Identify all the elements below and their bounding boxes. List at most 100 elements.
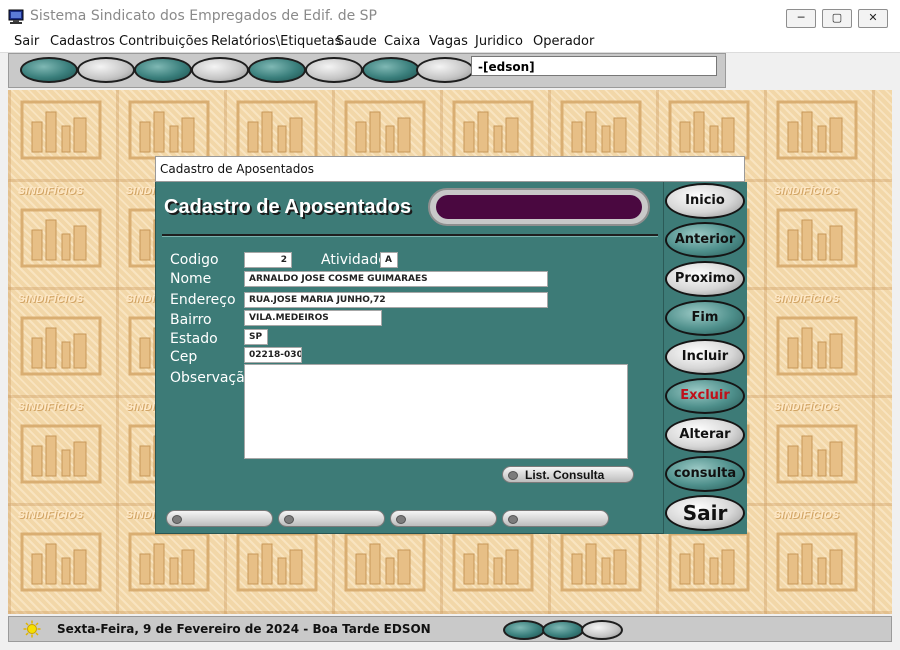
codigo-label: Codigo	[170, 252, 219, 268]
estado-label: Estado	[170, 331, 218, 347]
minimize-button[interactable]: ─	[786, 9, 816, 28]
endereco-field[interactable]: RUA.JOSE MARIA JUNHO,72	[244, 292, 548, 308]
heading-divider	[162, 234, 658, 236]
toolbar: -[edson]	[8, 53, 726, 88]
status-greeting: Sexta-Feira, 9 de Fevereiro de 2024 - Bo…	[57, 622, 431, 636]
building-emblem-icon	[344, 532, 426, 592]
sair-button[interactable]: Sair	[665, 495, 745, 531]
building-emblem-icon	[776, 208, 858, 268]
list-consulta-button[interactable]: List. Consulta	[502, 466, 634, 483]
bottom-button-1[interactable]	[166, 510, 273, 527]
menu-cadastros[interactable]: Cadastros	[50, 34, 115, 49]
atividade-label: Atividade	[321, 252, 387, 268]
background-emblem-tile: SINDIFÍCIOS	[772, 310, 862, 413]
list-consulta-label: List. Consulta	[525, 468, 605, 482]
menu-vagas[interactable]: Vagas	[429, 34, 468, 49]
sun-icon	[23, 620, 41, 638]
form-heading: Cadastro de Aposentados	[164, 196, 412, 218]
toolbar-oval-button[interactable]	[305, 57, 363, 83]
bottom-button-4[interactable]	[502, 510, 609, 527]
building-emblem-icon	[20, 424, 102, 484]
toolbar-oval-button[interactable]	[77, 57, 135, 83]
menu-relatorios-etiquetas[interactable]: Relatórios\Etiquetas	[211, 34, 341, 49]
menu-operador[interactable]: Operador	[533, 34, 594, 49]
excluir-button[interactable]: Excluir	[665, 378, 745, 414]
proximo-button[interactable]: Proximo	[665, 261, 745, 297]
bottom-button-2[interactable]	[278, 510, 385, 527]
background-tile-text: SINDIFÍCIOS	[18, 510, 84, 521]
background-emblem-tile: SINDIFÍCIOS	[772, 418, 862, 521]
background-emblem-tile: SINDIFÍCIOS	[448, 526, 538, 614]
window-title: Sistema Sindicato dos Empregados de Edif…	[30, 8, 377, 24]
background-emblem-tile: SINDIFÍCIOS	[16, 310, 106, 413]
building-emblem-icon	[20, 208, 102, 268]
bairro-field[interactable]: VILA.MEDEIROS	[244, 310, 382, 326]
menu-sair[interactable]: Sair	[14, 34, 39, 49]
background-tile-text: SINDIFÍCIOS	[18, 294, 84, 305]
toolbar-oval-button[interactable]	[416, 57, 474, 83]
toolbar-oval-button[interactable]	[20, 57, 78, 83]
estado-field[interactable]: SP	[244, 329, 268, 345]
background-emblem-tile: SINDIFÍCIOS	[556, 526, 646, 614]
fim-button[interactable]: Fim	[665, 300, 745, 336]
alterar-button[interactable]: Alterar	[665, 417, 745, 453]
background-emblem-tile: SINDIFÍCIOS	[664, 526, 754, 614]
background-emblem-tile: SINDIFÍCIOS	[772, 526, 862, 614]
toolbar-oval-button[interactable]	[134, 57, 192, 83]
inicio-button[interactable]: Inicio	[665, 183, 745, 219]
nome-field[interactable]: ARNALDO JOSE COSME GUIMARAES	[244, 271, 548, 287]
building-emblem-icon	[668, 532, 750, 592]
bottom-button-3[interactable]	[390, 510, 497, 527]
background-emblem-tile: SINDIFÍCIOS	[340, 526, 430, 614]
toolbar-oval-button[interactable]	[191, 57, 249, 83]
background-emblem-tile: SINDIFÍCIOS	[16, 202, 106, 305]
codigo-field[interactable]: 2	[244, 252, 292, 268]
background-emblem-tile: SINDIFÍCIOS	[772, 202, 862, 305]
form-titlebar: Cadastro de Aposentados	[155, 156, 745, 182]
background-tile-text: SINDIFÍCIOS	[18, 186, 84, 197]
background-emblem-tile: SINDIFÍCIOS	[124, 526, 214, 614]
heading-display-pill	[428, 188, 650, 226]
building-emblem-icon	[452, 532, 534, 592]
toolbar-oval-button[interactable]	[362, 57, 420, 83]
background-emblem-tile: SINDIFÍCIOS	[772, 94, 862, 197]
building-emblem-icon	[20, 316, 102, 376]
aposentados-form: Cadastro de Aposentados Codigo 2 Ativida…	[155, 182, 747, 534]
form-window-title: Cadastro de Aposentados	[160, 162, 314, 176]
building-emblem-icon	[236, 532, 318, 592]
background-tile-text: SINDIFÍCIOS	[774, 186, 840, 197]
navigation-panel: Inicio Anterior Proximo Fim Incluir Excl…	[663, 182, 747, 534]
cep-field[interactable]: 02218-030	[244, 347, 302, 363]
menu-contribuicoes[interactable]: Contribuições	[119, 34, 208, 49]
incluir-button[interactable]: Incluir	[665, 339, 745, 375]
background-emblem-tile: SINDIFÍCIOS	[16, 94, 106, 197]
building-emblem-icon	[128, 532, 210, 592]
menu-juridico[interactable]: Juridico	[475, 34, 523, 49]
button-led-icon	[508, 471, 518, 480]
building-emblem-icon	[776, 532, 858, 592]
status-bar: Sexta-Feira, 9 de Fevereiro de 2024 - Bo…	[8, 616, 892, 642]
app-monitor-icon	[8, 9, 24, 24]
current-user-field: -[edson]	[471, 56, 717, 76]
background-emblem-tile: SINDIFÍCIOS	[232, 526, 322, 614]
close-button[interactable]: ✕	[858, 9, 888, 28]
building-emblem-icon	[776, 424, 858, 484]
anterior-button[interactable]: Anterior	[665, 222, 745, 258]
menu-saude[interactable]: Saude	[336, 34, 377, 49]
endereco-label: Endereço	[170, 292, 236, 308]
atividade-field[interactable]: A	[380, 252, 398, 268]
maximize-button[interactable]: ▢	[822, 9, 852, 28]
building-emblem-icon	[20, 532, 102, 592]
observacao-textarea[interactable]	[244, 364, 628, 459]
building-emblem-icon	[776, 100, 858, 160]
button-led-icon	[396, 515, 406, 524]
status-oval-indicator	[542, 620, 584, 640]
observacao-label: Observação	[170, 370, 254, 386]
toolbar-oval-button[interactable]	[248, 57, 306, 83]
button-led-icon	[508, 515, 518, 524]
background-emblem-tile: SINDIFÍCIOS	[16, 418, 106, 521]
menu-caixa[interactable]: Caixa	[384, 34, 420, 49]
background-emblem-tile: SINDIFÍCIOS	[16, 526, 106, 614]
consulta-button[interactable]: consulta	[665, 456, 745, 492]
cep-label: Cep	[170, 349, 198, 365]
